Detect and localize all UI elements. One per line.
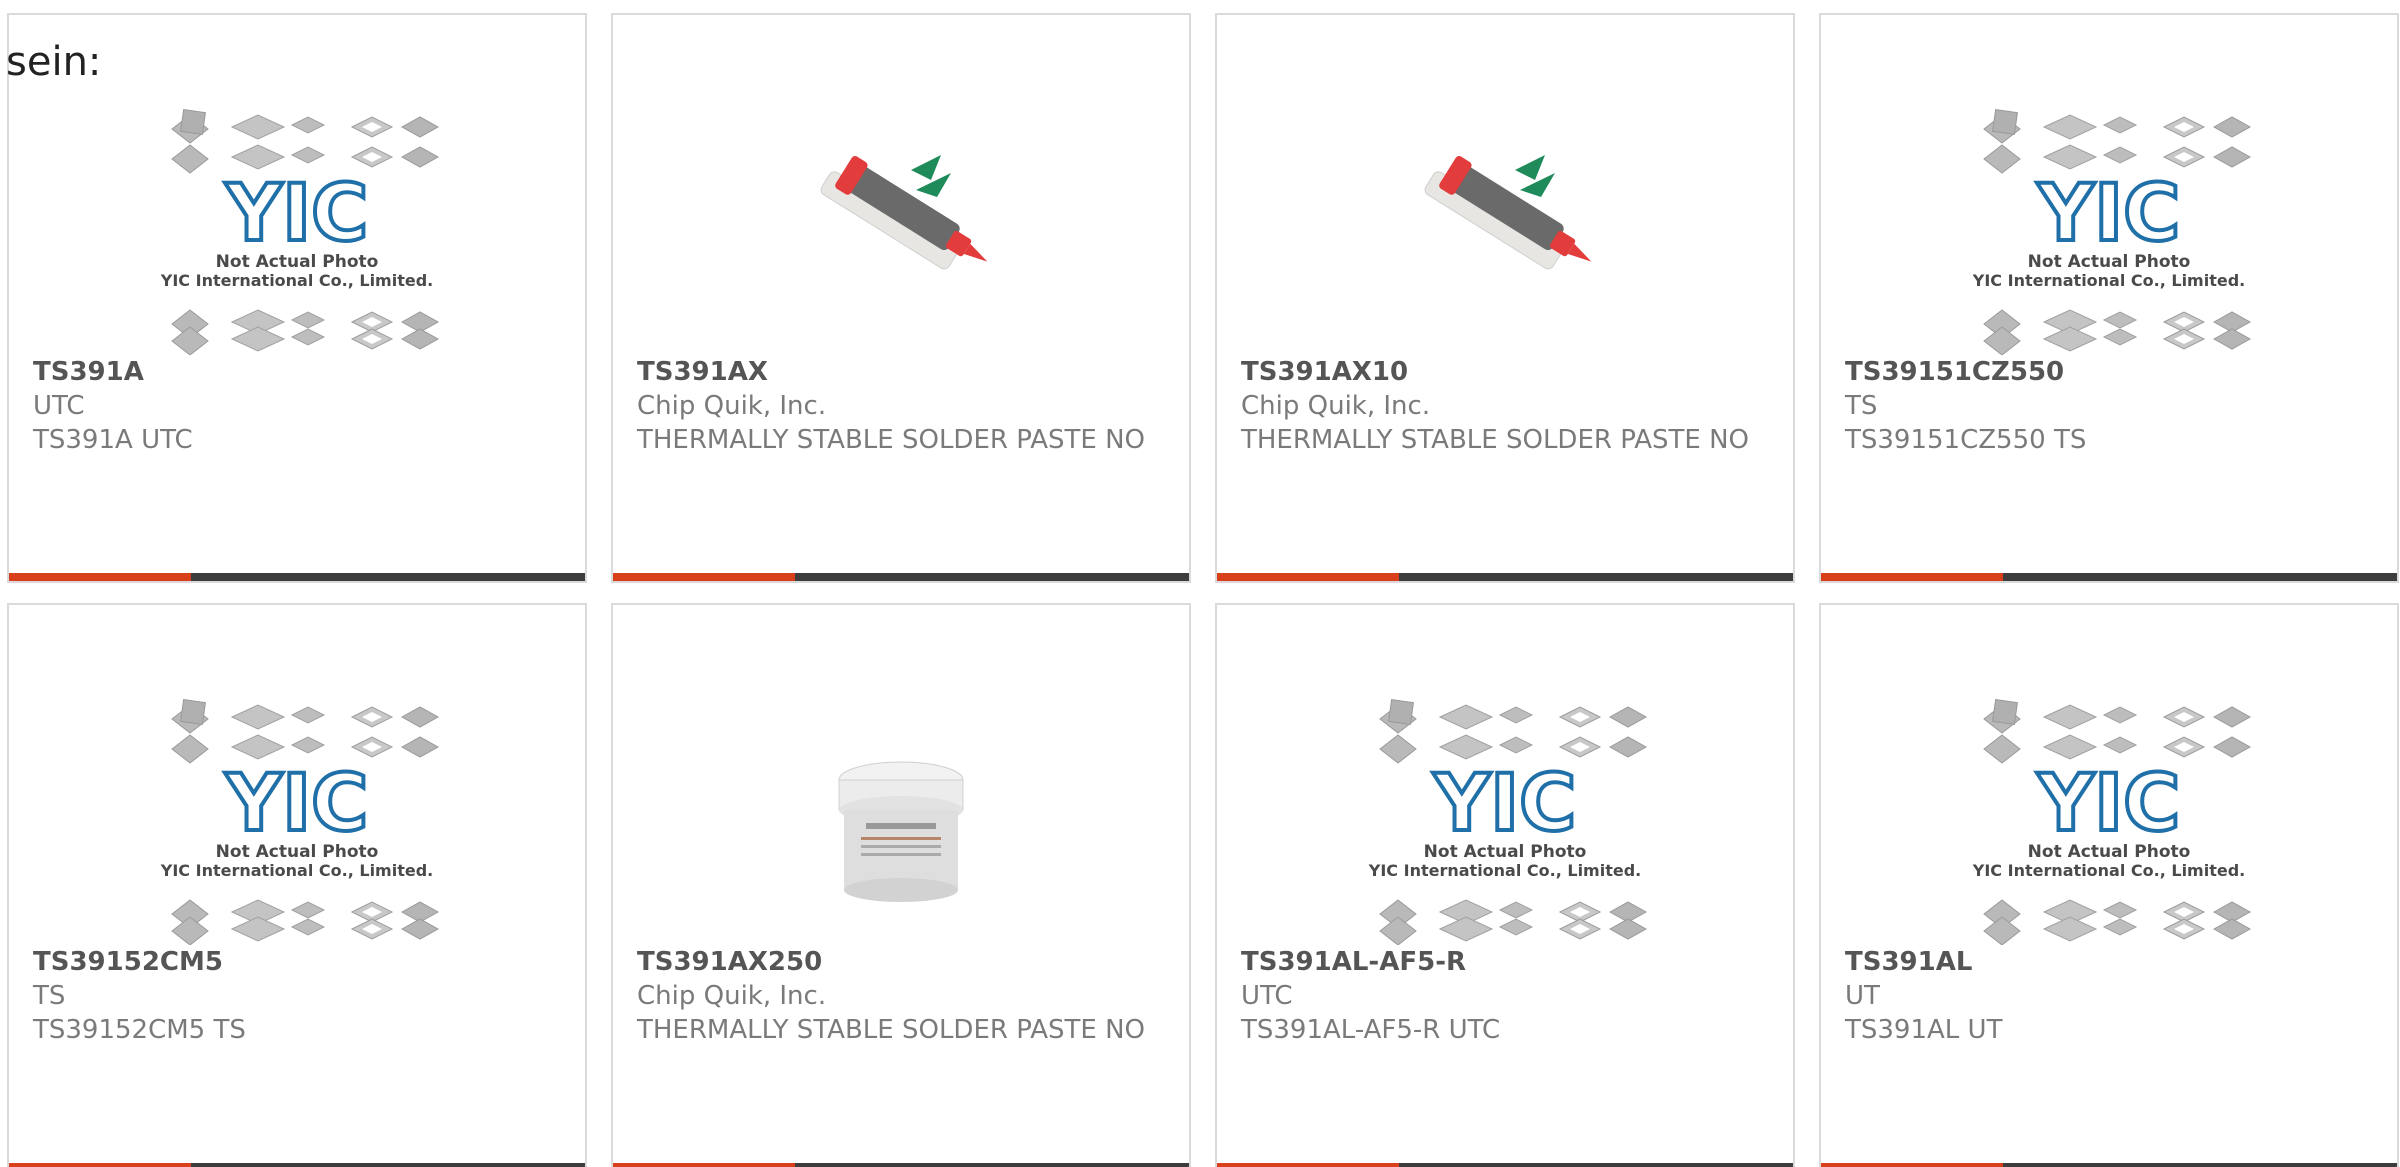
card-footer-accent bbox=[9, 573, 191, 581]
product-description: THERMALLY STABLE SOLDER PASTE NO bbox=[637, 1015, 1146, 1045]
part-number-link[interactable]: TS391AL bbox=[1845, 945, 2377, 979]
svg-text:Not Actual Photo: Not Actual Photo bbox=[2028, 842, 2191, 862]
svg-text:YIC International Co., Limited: YIC International Co., Limited. bbox=[160, 861, 433, 880]
part-number-link[interactable]: TS391AX bbox=[637, 355, 1169, 389]
card-footer-bar bbox=[613, 1163, 1189, 1167]
part-number-link[interactable]: TS391AX10 bbox=[1241, 355, 1773, 389]
part-number-link[interactable]: TS39152CM5 bbox=[33, 945, 565, 979]
svg-text:YIC International Co., Limited: YIC International Co., Limited. bbox=[1972, 271, 2245, 290]
manufacturer-name: UTC bbox=[33, 391, 85, 421]
part-number-link[interactable]: TS391AX250 bbox=[637, 945, 1169, 979]
product-description: THERMALLY STABLE SOLDER PASTE NO bbox=[1241, 425, 1750, 455]
svg-text:YIC: YIC bbox=[2037, 169, 2181, 259]
card-footer-bar bbox=[1217, 573, 1793, 581]
product-description: TS39152CM5 TS bbox=[33, 1015, 246, 1045]
product-image[interactable] bbox=[1217, 95, 1793, 365]
yic-placeholder-picture: YIC Not Actual Photo YIC International C… bbox=[160, 109, 440, 355]
product-card[interactable]: YIC Not Actual Photo YIC International C… bbox=[7, 13, 587, 583]
yic-placeholder-picture: YIC Not Actual Photo YIC International C… bbox=[1368, 699, 1648, 945]
product-image[interactable]: YIC Not Actual Photo YIC International C… bbox=[1821, 685, 2397, 955]
card-footer-accent bbox=[1217, 1163, 1399, 1167]
product-info: TS391A UTC TS391A UTC bbox=[33, 355, 565, 457]
product-image[interactable]: YIC Not Actual Photo YIC International C… bbox=[9, 685, 585, 955]
product-image[interactable] bbox=[613, 695, 1189, 965]
product-image[interactable]: YIC Not Actual Photo YIC International C… bbox=[9, 95, 585, 365]
svg-text:Not Actual Photo: Not Actual Photo bbox=[216, 252, 379, 272]
product-image[interactable]: YIC Not Actual Photo YIC International C… bbox=[1217, 685, 1793, 955]
part-number-link[interactable]: TS39151CZ550 bbox=[1845, 355, 2377, 389]
product-info: TS391AL-AF5-R UTC TS391AL-AF5-R UTC bbox=[1241, 945, 1773, 1047]
manufacturer-name: TS bbox=[33, 981, 66, 1011]
product-description: TS39151CZ550 TS bbox=[1845, 425, 2087, 455]
card-footer-accent bbox=[613, 573, 795, 581]
svg-text:YIC: YIC bbox=[225, 759, 369, 849]
product-card[interactable]: YIC Not Actual Photo YIC International C… bbox=[1819, 13, 2399, 583]
card-footer-bar bbox=[1821, 573, 2397, 581]
card-footer-accent bbox=[1821, 1163, 2003, 1167]
manufacturer-name: UTC bbox=[1241, 981, 1293, 1011]
product-grid: YIC Not Actual Photo YIC International C… bbox=[7, 13, 2399, 1167]
card-footer-accent bbox=[1821, 573, 2003, 581]
jar-picture bbox=[838, 761, 964, 902]
manufacturer-name: Chip Quik, Inc. bbox=[1241, 391, 1431, 421]
product-info: TS391AX10 Chip Quik, Inc. THERMALLY STAB… bbox=[1241, 355, 1773, 457]
section-heading: sein: bbox=[6, 39, 102, 85]
card-footer-bar bbox=[9, 573, 585, 581]
page: sein: YIC Not Actual Photo YIC Internati… bbox=[0, 0, 2400, 1167]
svg-text:YIC: YIC bbox=[2037, 759, 2181, 849]
manufacturer-name: UT bbox=[1845, 981, 1880, 1011]
syringe-picture bbox=[820, 155, 988, 270]
syringe-picture bbox=[1424, 155, 1592, 270]
product-card[interactable]: YIC Not Actual Photo YIC International C… bbox=[1215, 603, 1795, 1167]
product-info: TS39152CM5 TS TS39152CM5 TS bbox=[33, 945, 565, 1047]
product-card[interactable]: TS391AX250 Chip Quik, Inc. THERMALLY STA… bbox=[611, 603, 1191, 1167]
svg-text:YIC International Co., Limited: YIC International Co., Limited. bbox=[1972, 861, 2245, 880]
yic-placeholder-picture: YIC Not Actual Photo YIC International C… bbox=[1972, 699, 2252, 945]
svg-text:YIC: YIC bbox=[225, 169, 369, 259]
part-number-link[interactable]: TS391A bbox=[33, 355, 565, 389]
product-description: TS391AL-AF5-R UTC bbox=[1241, 1015, 1501, 1045]
product-image[interactable]: YIC Not Actual Photo YIC International C… bbox=[1821, 95, 2397, 365]
product-image[interactable] bbox=[613, 95, 1189, 365]
card-footer-bar bbox=[613, 573, 1189, 581]
product-info: TS39151CZ550 TS TS39151CZ550 TS bbox=[1845, 355, 2377, 457]
manufacturer-name: Chip Quik, Inc. bbox=[637, 391, 827, 421]
svg-text:Not Actual Photo: Not Actual Photo bbox=[2028, 252, 2191, 272]
card-footer-bar bbox=[1217, 1163, 1793, 1167]
product-description: TS391AL UT bbox=[1845, 1015, 2003, 1045]
yic-placeholder-picture: YIC Not Actual Photo YIC International C… bbox=[160, 699, 440, 945]
yic-placeholder-picture: YIC Not Actual Photo YIC International C… bbox=[1972, 109, 2252, 355]
svg-text:YIC International Co., Limited: YIC International Co., Limited. bbox=[1368, 861, 1641, 880]
part-number-link[interactable]: TS391AL-AF5-R bbox=[1241, 945, 1773, 979]
svg-text:Not Actual Photo: Not Actual Photo bbox=[1424, 842, 1587, 862]
card-footer-bar bbox=[9, 1163, 585, 1167]
svg-text:Not Actual Photo: Not Actual Photo bbox=[216, 842, 379, 862]
svg-text:YIC International Co., Limited: YIC International Co., Limited. bbox=[160, 271, 433, 290]
card-footer-accent bbox=[613, 1163, 795, 1167]
svg-text:YIC: YIC bbox=[1433, 759, 1577, 849]
product-card[interactable]: TS391AX Chip Quik, Inc. THERMALLY STABLE… bbox=[611, 13, 1191, 583]
product-info: TS391AL UT TS391AL UT bbox=[1845, 945, 2377, 1047]
product-card[interactable]: YIC Not Actual Photo YIC International C… bbox=[1819, 603, 2399, 1167]
card-footer-bar bbox=[1821, 1163, 2397, 1167]
manufacturer-name: TS bbox=[1845, 391, 1878, 421]
product-card[interactable]: YIC Not Actual Photo YIC International C… bbox=[7, 603, 587, 1167]
product-info: TS391AX250 Chip Quik, Inc. THERMALLY STA… bbox=[637, 945, 1169, 1047]
manufacturer-name: Chip Quik, Inc. bbox=[637, 981, 827, 1011]
product-card[interactable]: TS391AX10 Chip Quik, Inc. THERMALLY STAB… bbox=[1215, 13, 1795, 583]
product-info: TS391AX Chip Quik, Inc. THERMALLY STABLE… bbox=[637, 355, 1169, 457]
card-footer-accent bbox=[1217, 573, 1399, 581]
product-description: THERMALLY STABLE SOLDER PASTE NO bbox=[637, 425, 1146, 455]
card-footer-accent bbox=[9, 1163, 191, 1167]
product-description: TS391A UTC bbox=[33, 425, 193, 455]
